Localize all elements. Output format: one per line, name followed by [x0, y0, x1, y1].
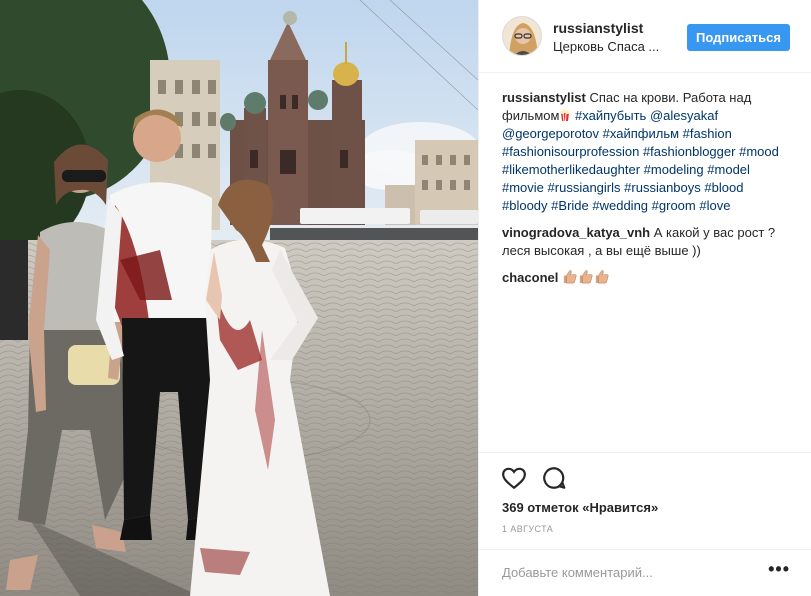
- thumbs-up-icon: [562, 269, 577, 284]
- hashtag-link[interactable]: #Bride: [551, 198, 589, 213]
- post-actions: 369 отметок «Нравится» 1 АВГУСТА •••: [479, 452, 811, 582]
- hashtag-link[interactable]: #bloody: [502, 198, 548, 213]
- heart-icon[interactable]: [501, 465, 527, 491]
- likes-count[interactable]: 369 отметок «Нравится»: [502, 500, 658, 515]
- hashtag-link[interactable]: #modeling: [644, 162, 704, 177]
- thumbs-up-icon: [578, 269, 593, 284]
- hashtag-link[interactable]: #хайпфильм: [603, 126, 679, 141]
- post-photo[interactable]: [0, 0, 478, 596]
- add-comment-bar: •••: [479, 549, 811, 595]
- hashtag-link[interactable]: #russianboys: [624, 180, 701, 195]
- ellipsis-icon[interactable]: •••: [768, 560, 790, 578]
- hashtag-link[interactable]: #fashionisourprofession: [502, 144, 639, 159]
- comment-input[interactable]: [502, 562, 752, 582]
- thumbs-up-icon: [594, 269, 609, 284]
- hashtag-link[interactable]: #fashion: [683, 126, 732, 141]
- hashtag-link[interactable]: #wedding: [592, 198, 648, 213]
- hashtag-link[interactable]: #fashionblogger: [643, 144, 736, 159]
- post-header: russianstylist Церковь Спаса ... Подписа…: [479, 0, 811, 73]
- hashtag-link[interactable]: #blood: [704, 180, 743, 195]
- follow-button[interactable]: Подписаться: [687, 24, 790, 51]
- post-sidebar: russianstylist Церковь Спаса ... Подписа…: [478, 0, 811, 596]
- hashtag-link[interactable]: @georgeporotov: [502, 126, 599, 141]
- comment-username[interactable]: chaconel: [502, 270, 558, 285]
- username-link[interactable]: russianstylist: [553, 20, 643, 36]
- hashtag-link[interactable]: #likemotherlikedaughter: [502, 162, 640, 177]
- hashtag-link[interactable]: #movie: [502, 180, 544, 195]
- photo-illustration: [0, 0, 478, 596]
- comments-list: russianstylist Спас на крови. Работа над…: [502, 89, 792, 296]
- popcorn-icon: [559, 108, 571, 122]
- comment-item: chaconel: [502, 269, 792, 287]
- hashtag-link[interactable]: #model: [707, 162, 750, 177]
- location-link[interactable]: Церковь Спаса ...: [553, 39, 673, 54]
- hashtag-link[interactable]: #хайпубыть: [575, 108, 646, 123]
- hashtag-link[interactable]: #groom: [652, 198, 696, 213]
- comment-username[interactable]: vinogradova_katya_vnh: [502, 225, 650, 240]
- comment-icon[interactable]: [541, 465, 567, 491]
- caption-username[interactable]: russianstylist: [502, 90, 586, 105]
- comment-item: vinogradova_katya_vnh А какой у вас рост…: [502, 224, 792, 260]
- caption: russianstylist Спас на крови. Работа над…: [502, 89, 792, 215]
- hashtag-link[interactable]: #love: [699, 198, 730, 213]
- hashtag-link[interactable]: #russiangirls: [548, 180, 621, 195]
- hashtag-link[interactable]: #mood: [739, 144, 779, 159]
- avatar[interactable]: [502, 16, 542, 56]
- post-date[interactable]: 1 АВГУСТА: [502, 524, 553, 534]
- caption-hashtags: #хайпубыть @alesyakaf @georgeporotov #ха…: [502, 108, 779, 213]
- hashtag-link[interactable]: @alesyakaf: [650, 108, 718, 123]
